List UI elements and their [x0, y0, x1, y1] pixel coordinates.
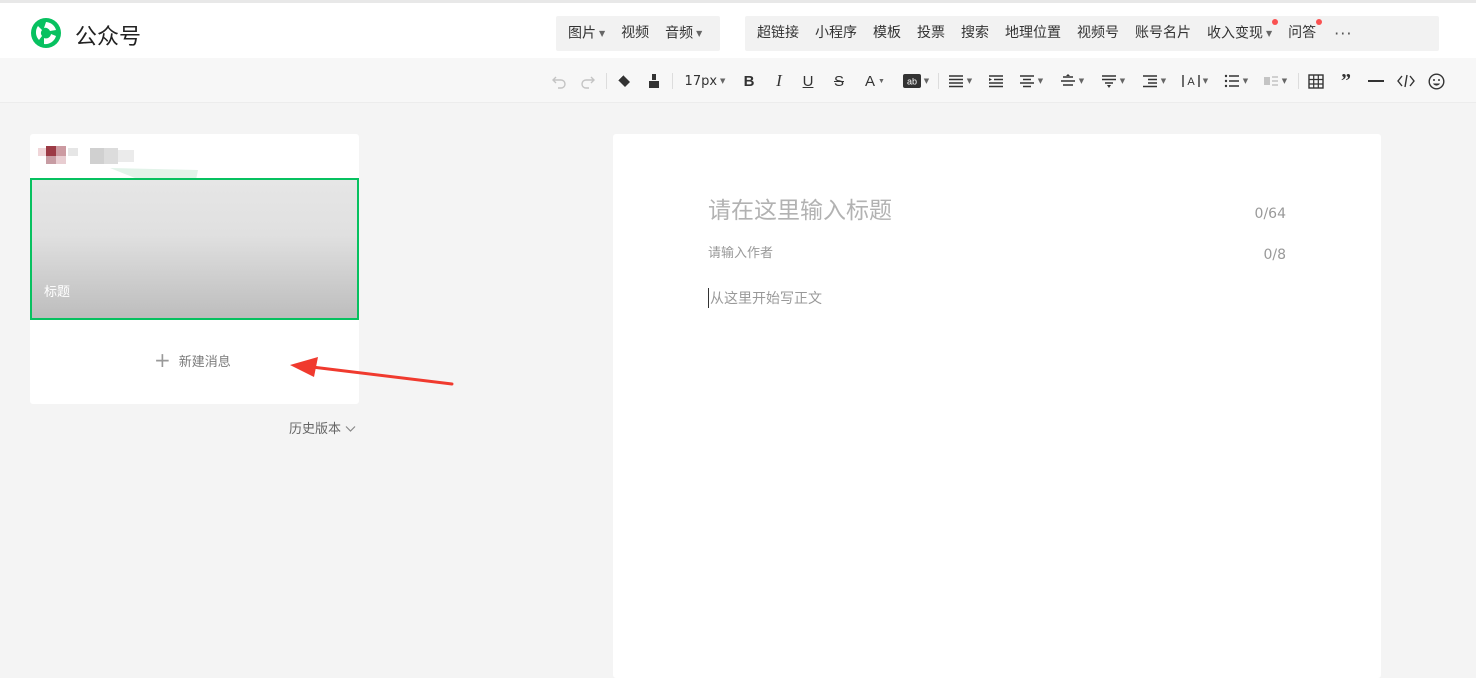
insert-account-card-button[interactable]: 账号名片: [1127, 16, 1199, 51]
history-version-button[interactable]: 历史版本: [289, 418, 356, 437]
code-icon[interactable]: [1394, 70, 1418, 92]
align-icon[interactable]: ▼: [945, 70, 975, 92]
title-input[interactable]: [708, 198, 1228, 224]
undo-icon[interactable]: [549, 70, 569, 92]
caret-down-icon: ▼: [696, 28, 703, 38]
format-painter-icon[interactable]: [644, 70, 664, 92]
font-size-select[interactable]: 17px ▼: [680, 70, 730, 92]
insert-template-button[interactable]: 模板: [865, 16, 909, 51]
highlight-color-icon[interactable]: ab ▼: [900, 70, 932, 92]
format-toolbar: 17px ▼ B I U S A ▼ ab ▼ ▼ ▼ ▼ ▼ ▼ A ▼ ▼ ▼ ”: [0, 58, 1476, 103]
italic-icon[interactable]: I: [769, 70, 789, 92]
svg-text:ab: ab: [907, 77, 917, 87]
toolbar-divider: [606, 73, 607, 89]
insert-miniprogram-button[interactable]: 小程序: [807, 16, 865, 51]
letter-spacing-icon[interactable]: A ▼: [1179, 70, 1211, 92]
insert-media-group: 图片 ▼ 视频 音频 ▼: [556, 16, 720, 51]
insert-qa-button[interactable]: 问答: [1280, 16, 1324, 51]
article-cover-selected[interactable]: 标题: [30, 178, 359, 320]
eraser-icon[interactable]: [613, 70, 635, 92]
insert-channels-button[interactable]: 视频号: [1069, 16, 1127, 51]
bold-icon[interactable]: B: [739, 70, 759, 92]
strikethrough-icon[interactable]: S: [829, 70, 849, 92]
float-image-icon[interactable]: ▼: [1260, 70, 1290, 92]
body-editor[interactable]: 从这里开始写正文: [708, 288, 822, 308]
notification-dot: [1272, 18, 1279, 25]
font-color-icon[interactable]: A ▼: [860, 70, 890, 92]
insert-video-button[interactable]: 视频: [613, 16, 657, 51]
toolbar-divider: [938, 73, 939, 89]
list-icon[interactable]: ▼: [1221, 70, 1251, 92]
cover-title: 标题: [44, 285, 71, 300]
author-char-count: 0/8: [1263, 247, 1286, 263]
paragraph-spacing-top-icon[interactable]: ▼: [1015, 70, 1047, 92]
indent-icon[interactable]: ▼: [1138, 70, 1170, 92]
annotation-arrow: [290, 357, 454, 386]
toolbar-divider: [1298, 73, 1299, 89]
caret-down-icon: ▼: [1266, 28, 1273, 38]
new-message-button[interactable]: + 新建消息: [154, 350, 231, 370]
author-input[interactable]: [708, 246, 1108, 261]
chevron-down-icon: [345, 426, 356, 432]
insert-image-menu[interactable]: 图片 ▼: [560, 16, 613, 52]
divider-line-icon[interactable]: [1365, 70, 1387, 92]
quote-icon[interactable]: ”: [1335, 70, 1357, 92]
emoji-icon[interactable]: [1425, 70, 1447, 92]
title-char-count: 0/64: [1254, 206, 1286, 222]
insert-monetize-menu[interactable]: 收入变现 ▼: [1199, 16, 1280, 52]
insert-hyperlink-button[interactable]: 超链接: [749, 16, 807, 51]
line-height-icon[interactable]: ▼: [1056, 70, 1088, 92]
new-message-label: 新建消息: [178, 354, 231, 370]
redo-icon[interactable]: [578, 70, 598, 92]
indent-first-line-icon[interactable]: [985, 70, 1007, 92]
insert-audio-menu[interactable]: 音频 ▼: [657, 16, 710, 52]
insert-feature-group: 超链接 小程序 模板 投票 搜索 地理位置 视频号 账号名片 收入变现 ▼ 问答 …: [745, 16, 1439, 51]
table-icon[interactable]: [1305, 70, 1327, 92]
brand-name: 公众号: [75, 25, 142, 50]
plus-icon: +: [154, 348, 171, 372]
article-editor: 0/64 0/8 从这里开始写正文: [613, 134, 1381, 678]
paragraph-spacing-bottom-icon[interactable]: ▼: [1097, 70, 1129, 92]
insert-search-button[interactable]: 搜索: [953, 16, 997, 51]
svg-text:A: A: [1187, 76, 1195, 88]
wechat-official-logo-icon: [31, 18, 61, 48]
more-options-icon[interactable]: ···: [1324, 16, 1362, 51]
toolbar-divider: [672, 73, 673, 89]
history-label: 历史版本: [289, 422, 342, 437]
insert-location-button[interactable]: 地理位置: [997, 16, 1069, 51]
caret-down-icon: ▼: [599, 28, 606, 38]
top-header: 公众号 图片 ▼ 视频 音频 ▼ 超链接 小程序 模板 投票 搜索 地理位置 视频号…: [0, 0, 1476, 58]
insert-vote-button[interactable]: 投票: [909, 16, 953, 51]
underline-icon[interactable]: U: [798, 70, 818, 92]
notification-dot: [1316, 19, 1323, 25]
avatar: [38, 146, 134, 164]
